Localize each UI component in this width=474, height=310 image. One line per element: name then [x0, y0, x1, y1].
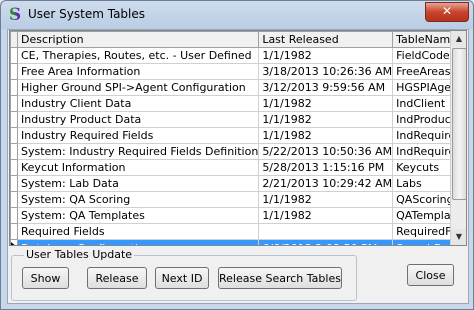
row-selector[interactable] [10, 79, 18, 96]
cell-last-released[interactable]: 1/1/1982 [258, 191, 394, 208]
cell-last-released[interactable]: 2/21/2013 10:29:42 AM [258, 175, 394, 192]
release-search-tables-button-label: Release Search Tables [219, 272, 341, 285]
row-selector[interactable] [10, 143, 18, 160]
table-row[interactable]: Higher Ground SPI->Agent Configuration 3/… [10, 79, 466, 96]
cell-last-released[interactable]: 5/28/2013 1:15:16 PM [258, 159, 394, 176]
row-selector[interactable] [10, 47, 18, 64]
table-row[interactable]: System: QA Templates 1/1/1982 QATemplates [10, 207, 466, 224]
release-search-tables-button[interactable]: Release Search Tables [218, 267, 342, 289]
cell-description[interactable]: Database Configuration [16, 239, 260, 245]
column-header-description[interactable]: Description [16, 31, 260, 48]
title-bar[interactable]: S User System Tables ✕ [1, 1, 473, 29]
cell-last-released[interactable]: 5/22/2013 10:50:36 AM [258, 143, 394, 160]
close-button[interactable]: Close [407, 264, 454, 286]
window-close-button[interactable]: ✕ [425, 2, 469, 22]
table-row[interactable]: Industry Product Data 1/1/1982 IndProduct [10, 111, 466, 128]
user-system-tables-window: S User System Tables ✕ Description Last … [0, 0, 474, 310]
row-selector[interactable] [10, 63, 18, 80]
table-row[interactable]: Database Configuration6/6/2013 2:08:50 P… [10, 239, 466, 245]
row-selector[interactable] [10, 159, 18, 176]
cell-description[interactable]: System: QA Scoring [16, 191, 260, 208]
next-id-button[interactable]: Next ID [155, 267, 209, 289]
show-button-label: Show [30, 272, 61, 285]
release-button-label: Release [95, 272, 139, 285]
cell-last-released[interactable]: 1/1/1982 [258, 207, 394, 224]
cell-description[interactable]: Industry Required Fields [16, 127, 260, 144]
row-selector[interactable] [10, 207, 18, 224]
scroll-down-icon[interactable]: ▼ [451, 229, 466, 245]
table-row[interactable]: System: QA Scoring 1/1/1982 QAScoring [10, 191, 466, 208]
cell-last-released[interactable] [258, 223, 394, 240]
user-tables-update-group: User Tables Update Show Release Next ID … [11, 248, 357, 301]
row-selector-header[interactable] [10, 31, 18, 48]
table-row[interactable]: Industry Client Data 1/1/1982 IndClient [10, 95, 466, 112]
app-logo-icon: S [8, 5, 22, 25]
tables-grid[interactable]: Description Last Released TableName CE, … [9, 30, 467, 246]
table-row[interactable]: System: Industry Required Fields Definit… [10, 143, 466, 160]
table-row[interactable]: Free Area Information 3/18/2013 10:26:36 … [10, 63, 466, 80]
tables-grid-table: Description Last Released TableName CE, … [10, 31, 466, 245]
release-button[interactable]: Release [87, 267, 147, 289]
show-button[interactable]: Show [22, 267, 69, 289]
cell-last-released[interactable]: 1/1/1982 [258, 127, 394, 144]
cell-description[interactable]: Keycut Information [16, 159, 260, 176]
grid-header-row: Description Last Released TableName [10, 31, 466, 48]
cell-description[interactable]: System: QA Templates [16, 207, 260, 224]
cell-description[interactable]: Required Fields [16, 223, 260, 240]
grid-vertical-scrollbar[interactable]: ▲ ▼ [450, 31, 466, 245]
cell-description[interactable]: Industry Client Data [16, 95, 260, 112]
window-title: User System Tables [28, 7, 146, 21]
next-id-button-label: Next ID [161, 272, 203, 285]
cell-description[interactable]: Industry Product Data [16, 111, 260, 128]
cell-last-released[interactable]: 3/12/2013 9:59:56 AM [258, 79, 394, 96]
row-selector[interactable] [10, 111, 18, 128]
cell-last-released[interactable]: 1/1/1982 [258, 111, 394, 128]
table-row[interactable]: System: Lab Data 2/21/2013 10:29:42 AM Lab… [10, 175, 466, 192]
client-area: Description Last Released TableName CE, … [7, 29, 469, 304]
table-row[interactable]: Keycut Information 5/28/2013 1:15:16 PM Ke… [10, 159, 466, 176]
current-row-arrow-icon [11, 242, 17, 245]
cell-description[interactable]: System: Lab Data [16, 175, 260, 192]
cell-last-released[interactable]: 6/6/2013 2:08:50 PM [258, 239, 394, 245]
table-row[interactable]: Required FieldsRequiredFields [10, 223, 466, 240]
cell-description[interactable]: System: Industry Required Fields Definit… [16, 143, 260, 160]
close-button-label: Close [415, 269, 446, 282]
row-selector[interactable] [10, 239, 18, 245]
table-row[interactable]: Industry Required Fields 1/1/1982 IndRequi… [10, 127, 466, 144]
row-selector[interactable] [10, 127, 18, 144]
cell-last-released[interactable]: 3/18/2013 10:26:36 AM [258, 63, 394, 80]
scroll-up-icon[interactable]: ▲ [451, 31, 466, 47]
group-label: User Tables Update [24, 248, 135, 261]
row-selector[interactable] [10, 191, 18, 208]
row-selector[interactable] [10, 223, 18, 240]
cell-last-released[interactable]: 1/1/1982 [258, 47, 394, 64]
row-selector[interactable] [10, 95, 18, 112]
cell-description[interactable]: Higher Ground SPI->Agent Configuration [16, 79, 260, 96]
cell-last-released[interactable]: 1/1/1982 [258, 95, 394, 112]
scroll-thumb[interactable] [452, 48, 466, 200]
table-row[interactable]: CE, Therapies, Routes, etc. - User Defin… [10, 47, 466, 64]
column-header-last-released[interactable]: Last Released [258, 31, 394, 48]
row-selector[interactable] [10, 175, 18, 192]
cell-description[interactable]: Free Area Information [16, 63, 260, 80]
cell-description[interactable]: CE, Therapies, Routes, etc. - User Defin… [16, 47, 260, 64]
